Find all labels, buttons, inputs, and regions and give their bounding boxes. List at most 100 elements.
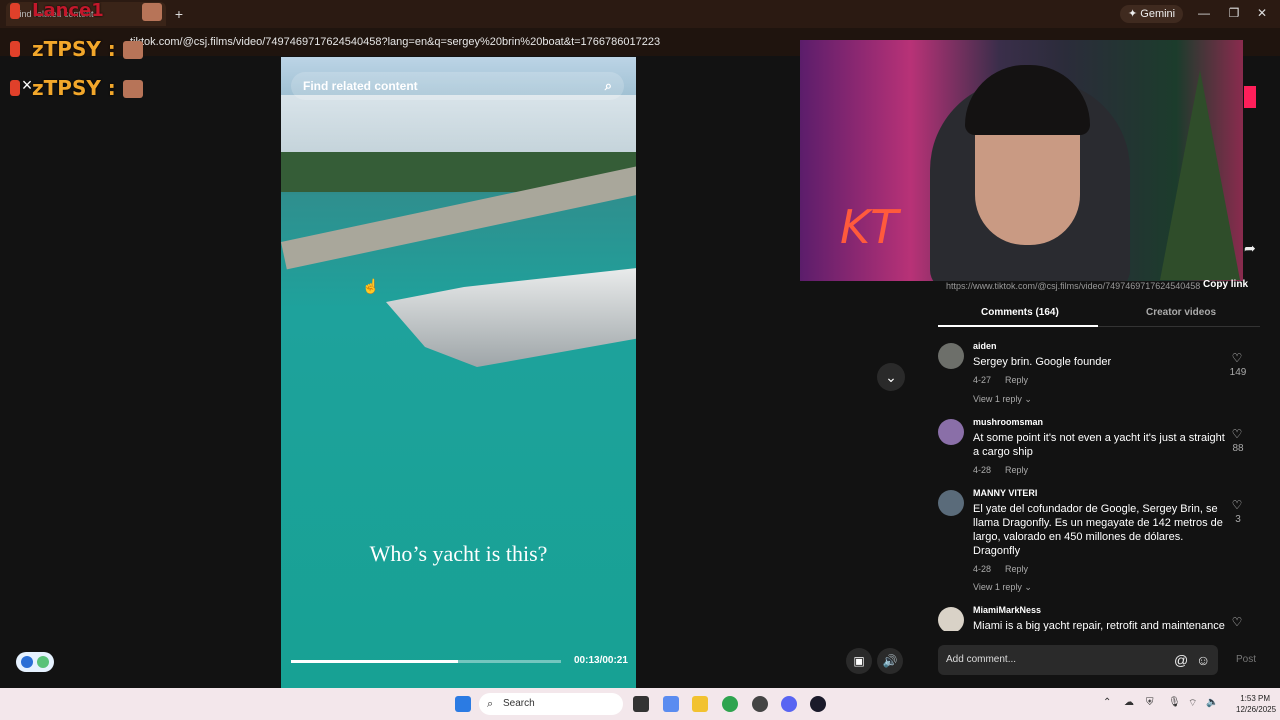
tab-underline (938, 325, 1098, 327)
new-tab-button[interactable]: + (170, 5, 188, 23)
view-replies-button[interactable]: View 1 reply ⌄ (973, 582, 1032, 593)
emoji-icon[interactable]: ☺ (1196, 645, 1210, 675)
avatar[interactable] (938, 607, 964, 631)
comment-text: Sergey brin. Google founder (973, 356, 1112, 368)
comment-list: aiden Sergey brin. Google founder 4-27 Re… (938, 341, 1260, 631)
like-count: 149 (1229, 367, 1247, 378)
comment-text: At some point it's not even a yacht it's… (973, 432, 1225, 458)
gemini-label: Gemini (1140, 8, 1176, 20)
file-explorer-icon[interactable] (692, 696, 708, 712)
taskbar: ⌕ Search ⌃ ☁ ⛨ 🎙 ⌔ 🔈 1:53 PM 12/26/2025 (0, 688, 1280, 720)
reply-button[interactable]: Reply (1005, 564, 1028, 574)
pip-icon[interactable]: ▣ (846, 648, 872, 674)
taskbar-search-label: Search (503, 698, 535, 709)
network-icon[interactable]: ☁ (1124, 697, 1134, 708)
windows-start-icon[interactable] (455, 696, 471, 712)
security-icon[interactable]: ⛨ (1146, 697, 1154, 708)
panel-tabs: Comments (164) Creator videos (938, 301, 1260, 327)
like-count: 88 (1232, 443, 1244, 454)
find-related-search[interactable]: Find related content ⌕ (291, 72, 624, 100)
search-icon[interactable]: ⌕ (605, 72, 612, 100)
search-icon: ⌕ (487, 698, 494, 710)
video-timecode: 00:13/00:21 (574, 655, 628, 666)
post-button[interactable]: Post (1236, 654, 1256, 665)
chat-username: zTPSY : (32, 76, 116, 100)
tab-comments[interactable]: Comments (164) (981, 307, 1059, 318)
emote-icon (123, 80, 143, 98)
comment-date: 4-28 (973, 465, 992, 475)
avatar[interactable] (938, 490, 964, 516)
mouse-cursor-icon: ☝ (362, 278, 380, 294)
tray-chevron-icon[interactable]: ⌃ (1103, 697, 1111, 708)
browser-tab-bar: Find related content + ✦ Gemini — ❐ ✕ (0, 0, 1280, 28)
comment-meta: 4-28 Reply (973, 465, 1028, 475)
discord-icon[interactable] (781, 696, 797, 712)
emote-icon (142, 3, 162, 21)
comment-username[interactable]: MiamiMarkNess (973, 605, 1041, 615)
wifi-icon[interactable]: ⌔ (1188, 697, 1197, 710)
comment-username[interactable]: MANNY VITERI (973, 488, 1037, 498)
comment-meta: 4-27 Reply (973, 375, 1028, 385)
copy-link-button[interactable]: Copy link (1203, 279, 1248, 290)
app-icon[interactable] (752, 696, 768, 712)
screen: Find related content + ✦ Gemini — ❐ ✕ ti… (0, 0, 1280, 720)
chat-badge-icon (10, 3, 20, 19)
side-badge (1244, 86, 1256, 108)
chat-username: Lance1 (32, 0, 104, 21)
play-icon (21, 656, 33, 668)
share-icon[interactable]: ➦ (1244, 240, 1256, 257)
comment-placeholder: Add comment... (946, 654, 1017, 665)
taskbar-search[interactable]: ⌕ Search (479, 693, 623, 715)
status-icon (37, 656, 49, 668)
christmas-tree (1160, 70, 1240, 280)
city-skyline (281, 95, 636, 155)
chevron-down-icon[interactable]: ⌄ (877, 363, 905, 391)
view-replies-label: View 1 reply (973, 582, 1022, 592)
microphone-icon[interactable]: 🎙 (1168, 697, 1181, 708)
url-text: tiktok.com/@csj.films/video/749746971762… (130, 36, 661, 48)
mention-icon[interactable]: @ (1174, 645, 1188, 675)
find-related-label: Find related content (303, 79, 418, 93)
chat-username: zTPSY : (32, 37, 116, 61)
comment-username[interactable]: aiden (973, 341, 997, 351)
comment-input[interactable]: Add comment... @ ☺ (938, 645, 1218, 675)
heart-icon[interactable]: ♡ (1230, 351, 1244, 365)
webcam-overlay: KT (800, 40, 1243, 281)
tab-creator-videos[interactable]: Creator videos (1146, 307, 1216, 318)
avatar[interactable] (938, 343, 964, 369)
taskbar-clock[interactable]: 1:53 PM 12/26/2025 (1236, 693, 1277, 715)
yacht (386, 267, 636, 367)
comment-date: 4-28 (973, 564, 992, 574)
progress-fill (291, 660, 459, 663)
reply-button[interactable]: Reply (1005, 375, 1028, 385)
reply-button[interactable]: Reply (1005, 465, 1028, 475)
emote-icon (123, 41, 143, 59)
video-progress-bar[interactable] (291, 660, 561, 663)
avatar[interactable] (938, 419, 964, 445)
copilot-icon[interactable] (663, 696, 679, 712)
view-replies-label: View 1 reply (973, 394, 1022, 404)
chrome-icon[interactable] (722, 696, 738, 712)
heart-icon[interactable]: ♡ (1230, 498, 1244, 512)
chat-badge-icon (10, 41, 20, 57)
heart-icon[interactable]: ♡ (1230, 615, 1244, 629)
minimize-icon[interactable]: — (1194, 6, 1214, 20)
like-count: 3 (1235, 514, 1241, 525)
heart-icon[interactable]: ♡ (1230, 427, 1244, 441)
clock-date: 12/26/2025 (1236, 705, 1277, 714)
comment-username[interactable]: mushroomsman (973, 417, 1043, 427)
extension-badge[interactable] (16, 652, 54, 672)
comment-date: 4-27 (973, 375, 992, 385)
close-icon[interactable]: × (16, 74, 38, 96)
close-window-icon[interactable]: ✕ (1252, 6, 1272, 20)
video-player[interactable]: Find related content ⌕ Who’s yacht is th… (281, 57, 636, 688)
speaker-icon[interactable]: 🔈 (1206, 697, 1218, 708)
view-replies-button[interactable]: View 1 reply ⌄ (973, 394, 1032, 405)
gemini-button[interactable]: ✦ Gemini (1120, 5, 1184, 23)
streamer-hair (965, 65, 1090, 135)
volume-icon[interactable]: 🔊 (877, 648, 903, 674)
clock-time: 1:53 PM (1240, 694, 1270, 703)
obs-icon[interactable] (810, 696, 826, 712)
task-view-icon[interactable] (633, 696, 649, 712)
maximize-icon[interactable]: ❐ (1224, 6, 1244, 20)
